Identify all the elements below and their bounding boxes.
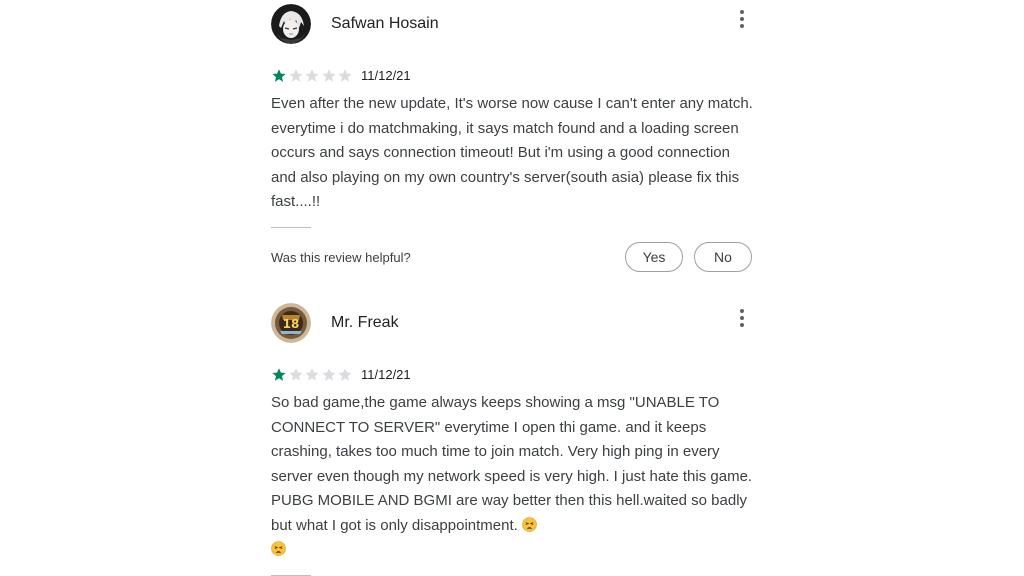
review-card: Safwan Hosain 11/12/21 Even after the ne…	[271, 4, 753, 274]
more-dot-icon	[740, 323, 744, 327]
avatar[interactable]	[271, 4, 311, 44]
star-empty-icon	[321, 368, 336, 381]
review-header: 18 Mr. Freak	[271, 303, 753, 343]
star-filled-icon	[272, 69, 286, 82]
more-dot-icon	[740, 309, 744, 313]
helpful-prompt: Was this review helpful?	[271, 249, 411, 265]
star-empty-icon	[338, 69, 352, 82]
avatar-18-badge-icon: 18	[271, 303, 311, 343]
more-options-button[interactable]	[737, 10, 747, 38]
review-header: Safwan Hosain	[271, 4, 753, 44]
more-options-button[interactable]	[737, 309, 747, 337]
star-filled-icon	[272, 368, 286, 381]
star-rating	[271, 367, 354, 383]
more-dot-icon	[740, 10, 744, 14]
star-empty-icon	[321, 69, 336, 82]
star-empty-icon	[288, 69, 303, 82]
star-empty-icon	[305, 69, 319, 82]
star-empty-icon	[338, 368, 352, 381]
rating-row: 11/12/21	[271, 367, 753, 383]
avatar-anime-icon	[271, 4, 311, 44]
review-date: 11/12/21	[361, 367, 411, 382]
divider	[271, 226, 311, 228]
star-empty-icon	[288, 368, 303, 381]
review-text: So bad game,the game always keeps showin…	[271, 391, 753, 563]
tired-face-emoji	[271, 541, 286, 556]
tired-face-emoji	[522, 516, 537, 532]
divider	[271, 574, 311, 576]
helpful-row: Was this review helpful? Yes No	[271, 241, 753, 274]
star-rating	[271, 68, 354, 84]
avatar[interactable]: 18	[271, 303, 311, 343]
review-date: 11/12/21	[361, 68, 411, 83]
star-empty-icon	[305, 368, 319, 381]
review-card: 18 Mr. Freak 11/12/21 So bad game,the ga…	[271, 303, 753, 576]
more-dot-icon	[740, 24, 744, 28]
rating-row: 11/12/21	[271, 68, 753, 84]
svg-text:18: 18	[283, 317, 300, 331]
more-dot-icon	[740, 17, 744, 21]
helpful-yes-button[interactable]: Yes	[625, 241, 683, 272]
helpful-no-button[interactable]: No	[694, 241, 752, 272]
review-text-body: So bad game,the game always keeps showin…	[271, 394, 753, 534]
review-text: Even after the new update, It's worse no…	[271, 95, 753, 210]
author-name: Safwan Hosain	[331, 15, 439, 32]
more-dot-icon	[740, 316, 744, 320]
author-name: Mr. Freak	[331, 314, 399, 331]
